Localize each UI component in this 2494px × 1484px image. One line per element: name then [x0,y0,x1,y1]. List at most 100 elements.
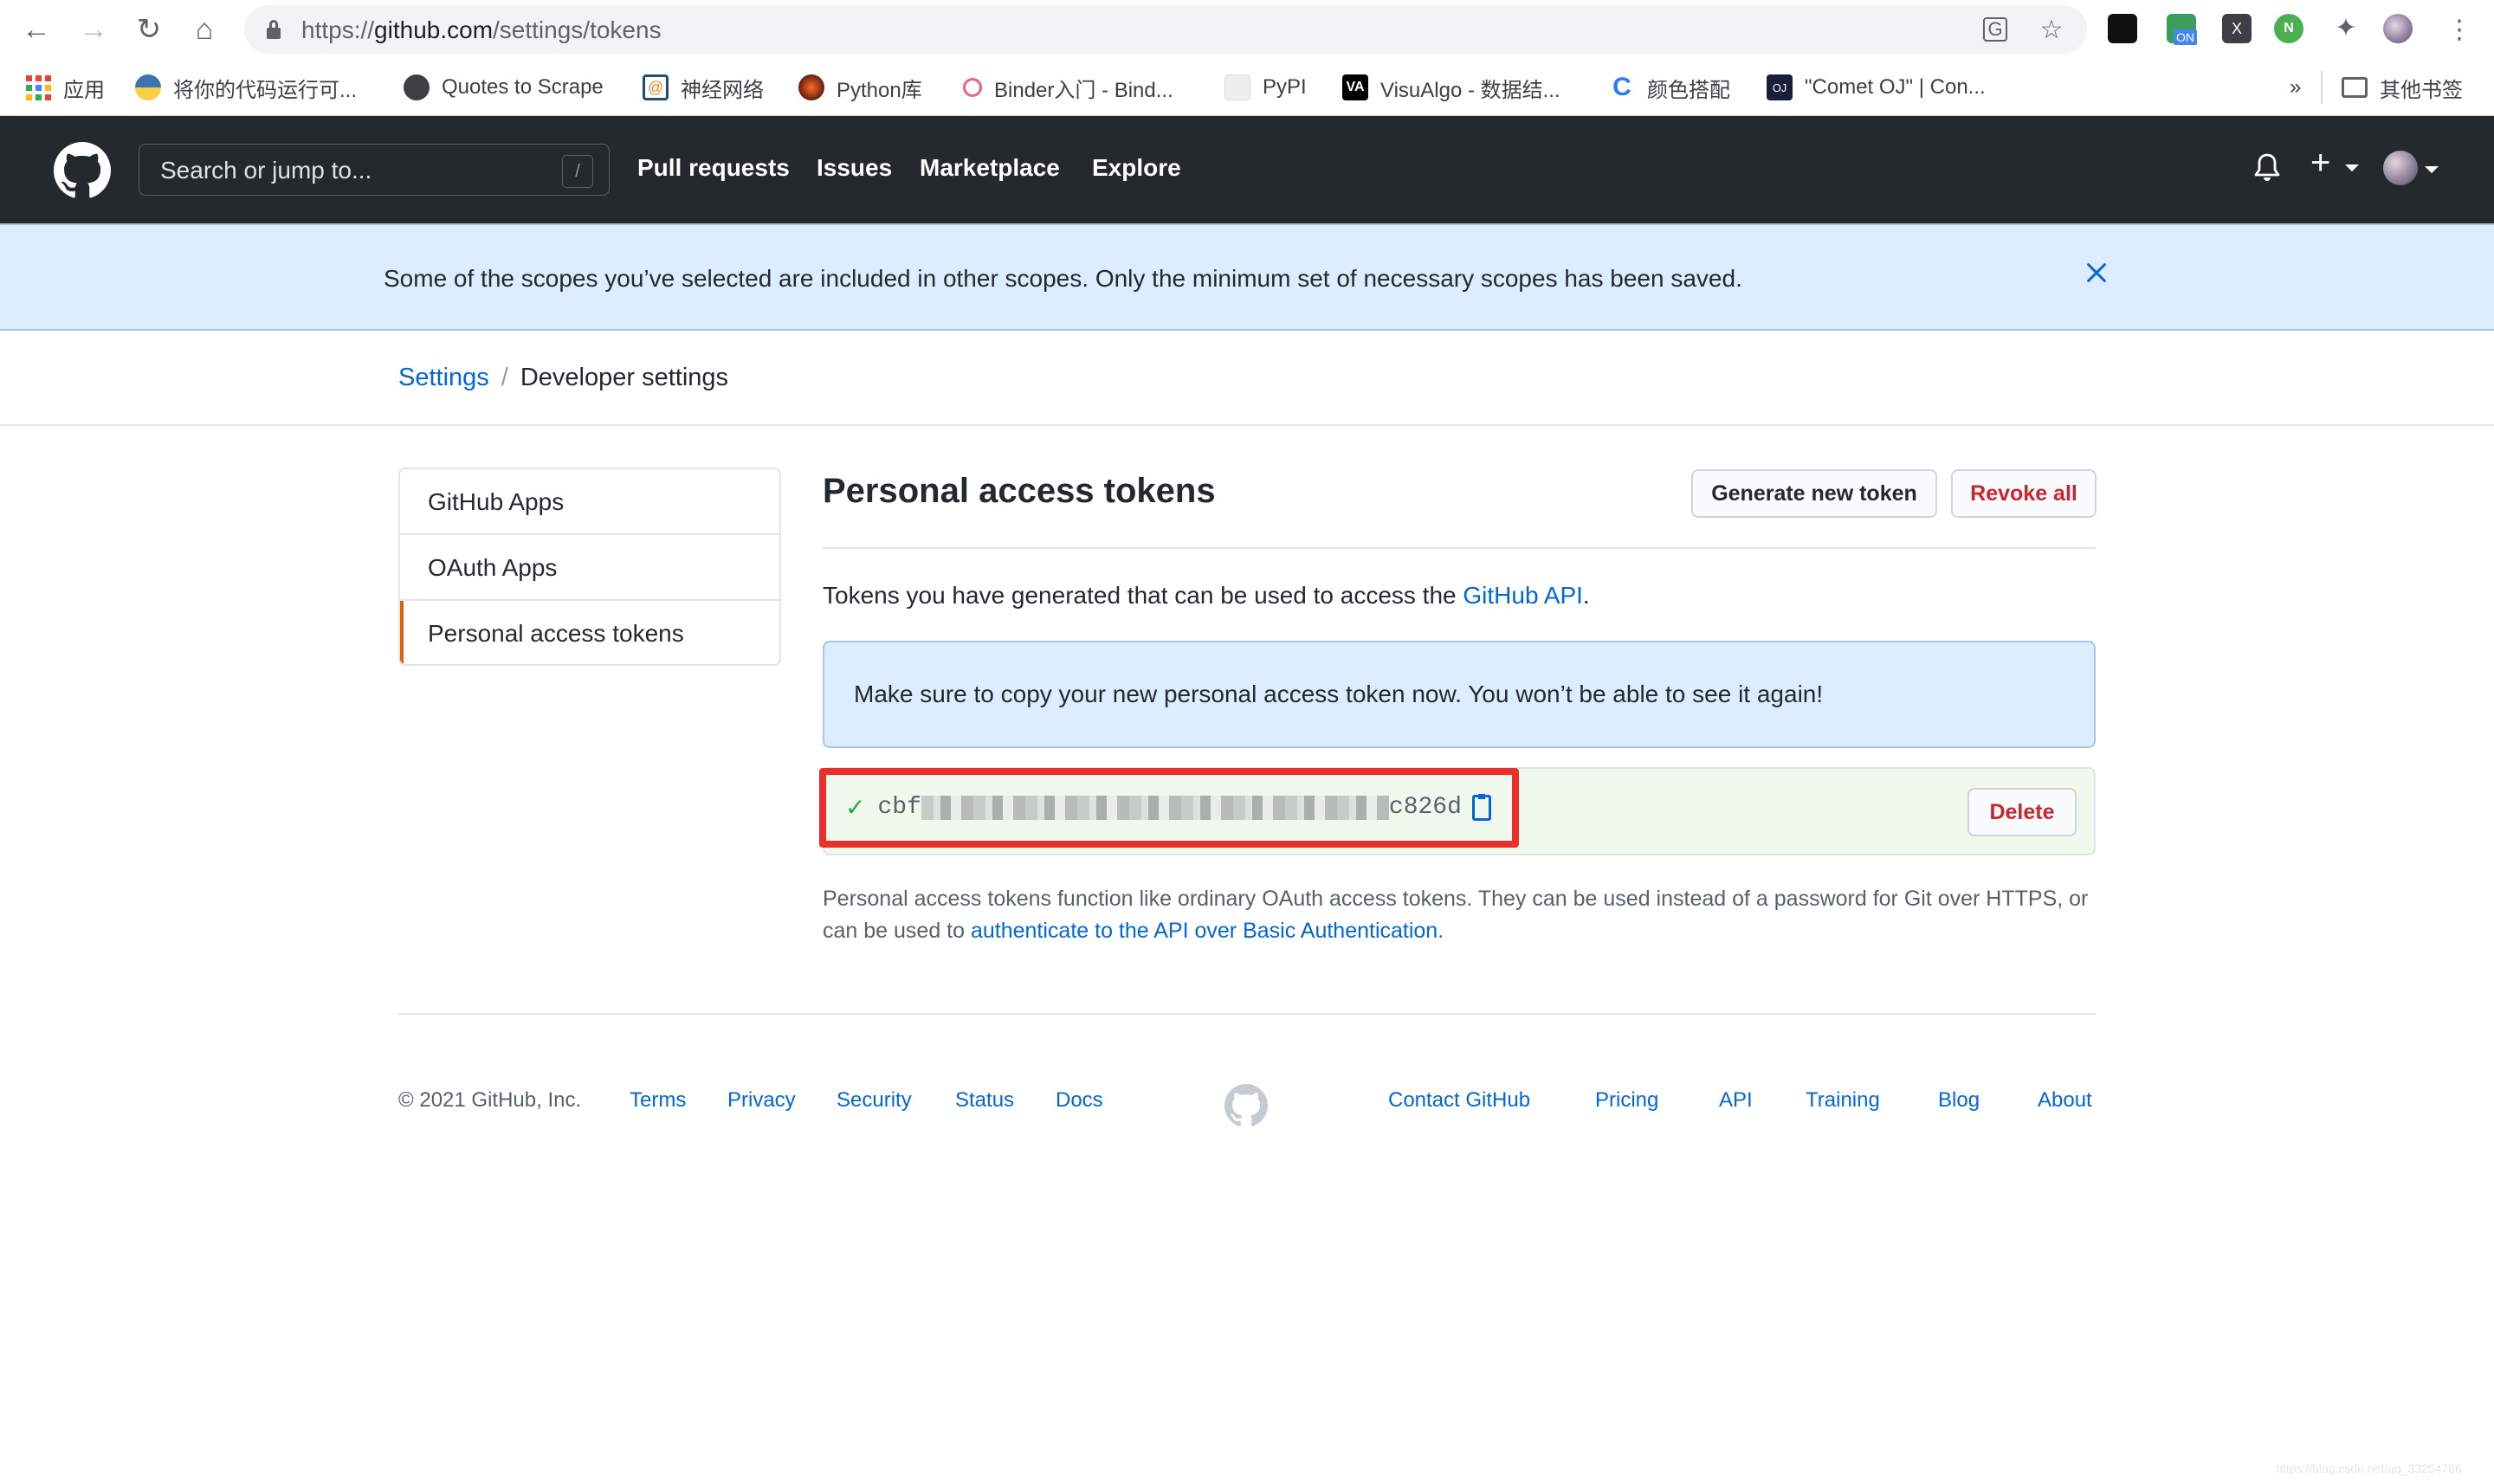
sidebar-item-personal-access-tokens[interactable]: Personal access tokens [400,601,779,664]
footer-link-status[interactable]: Status [955,1088,1014,1113]
close-icon[interactable] [2084,260,2110,286]
forward-button[interactable]: → [76,12,111,47]
bookmark-item[interactable]: VA VisuAlgo - 数据结... [1342,73,1560,102]
profile-avatar[interactable] [2383,14,2413,43]
delete-token-button[interactable]: Delete [1967,788,2077,836]
url-host: github.com [374,16,494,43]
caret-down-icon [2425,166,2439,173]
extension-badge: ON [2174,29,2197,45]
caret-down-icon [2345,165,2359,171]
bookmark-item[interactable]: OJ "Comet OJ" | Con... [1767,73,1986,102]
revoke-all-button[interactable]: Revoke all [1951,469,2097,518]
notifications-bell-icon[interactable] [2253,152,2281,184]
flash-message: Some of the scopes you’ve selected are i… [384,265,1742,292]
extension-x-icon[interactable]: X [2222,14,2252,43]
footer-link-about[interactable]: About [2038,1088,2092,1113]
breadcrumb-separator: / [501,364,508,391]
description-text: Tokens you have generated that can be us… [823,582,1463,609]
tokens-description: Tokens you have generated that can be us… [823,582,1590,610]
other-bookmarks-label: 其他书签 [2380,78,2463,102]
sidebar-item-github-apps[interactable]: GitHub Apps [400,469,779,535]
extension-n-icon[interactable]: N [2274,14,2303,43]
tokens-note: Personal access tokens function like ord… [823,883,2104,947]
url-path: /settings/tokens [493,16,662,43]
lock-icon [267,20,281,39]
address-bar[interactable]: https://github.com/settings/tokens G ☆ [244,5,2087,54]
footer-link-contact[interactable]: Contact GitHub [1388,1088,1530,1113]
bookmark-label: 将你的代码运行可... [173,78,358,102]
extension-info-icon[interactable]: ON [2167,14,2197,45]
user-menu-dropdown[interactable] [2383,151,2444,187]
sidebar-item-oauth-apps[interactable]: OAuth Apps [400,535,779,601]
bookmark-item[interactable]: Binder入门 - Bind... [963,73,1173,102]
other-bookmarks[interactable]: 其他书签 [2342,73,2463,102]
bookmarks-overflow-button[interactable]: » [2290,73,2301,102]
search-input[interactable]: Search or jump to... / [139,144,610,196]
footer-copyright: © 2021 GitHub, Inc. [398,1088,582,1112]
settings-sidebar: GitHub Apps OAuth Apps Personal access t… [398,468,781,666]
spiral-icon: @ [643,74,669,100]
footer-divider [398,1013,2096,1015]
bookmark-star-icon[interactable]: ☆ [2038,17,2064,43]
footer-link-pricing[interactable]: Pricing [1595,1088,1658,1113]
footer-link-api[interactable]: API [1719,1088,1753,1113]
nav-marketplace[interactable]: Marketplace [920,154,1060,182]
bookmark-item[interactable]: Quotes to Scrape [404,73,604,102]
bookmark-apps[interactable]: 应用 [26,73,105,102]
reload-button[interactable]: ↻ [132,12,166,47]
annotation-highlight-box [819,768,1519,848]
github-logo-icon[interactable] [54,142,111,199]
bookmarks-divider [2321,71,2323,104]
nav-explore[interactable]: Explore [1092,154,1181,182]
bookmark-label: 颜色搭配 [1647,78,1730,102]
github-footer-logo-icon[interactable] [1224,1084,1268,1127]
back-button[interactable]: ← [19,12,54,47]
bookmark-label: "Comet OJ" | Con... [1805,75,1986,99]
search-shortcut-hint: / [562,155,593,188]
generate-new-token-button[interactable]: Generate new token [1691,469,1937,518]
home-button[interactable]: ⌂ [187,12,222,47]
footer-link-training[interactable]: Training [1806,1088,1880,1113]
github-header: Search or jump to... / Pull requests Iss… [0,116,2494,223]
browser-toolbar: ← → ↻ ⌂ https://github.com/settings/toke… [0,0,2494,59]
footer-link-blog[interactable]: Blog [1938,1088,1980,1113]
visualgo-icon: VA [1342,74,1368,100]
nav-pull-requests[interactable]: Pull requests [637,154,790,182]
page-title: Personal access tokens [823,472,1216,510]
bookmark-item[interactable]: @ 神经网络 [643,73,764,102]
notice-text: Make sure to copy your new personal acce… [854,681,1824,707]
footer-link-privacy[interactable]: Privacy [727,1088,796,1113]
bookmark-item[interactable]: Python库 [798,73,922,102]
bookmarks-bar: 应用 将你的代码运行可... Quotes to Scrape @ 神经网络 P… [0,59,2494,116]
translate-icon[interactable]: G [1983,17,2007,42]
globe-icon [404,74,430,100]
create-new-dropdown[interactable]: + [2310,144,2371,184]
copy-token-notice: Make sure to copy your new personal acce… [823,641,2096,748]
plus-icon: + [2310,144,2331,182]
python-lib-icon [798,74,824,100]
bookmark-label: Python库 [837,78,922,102]
bookmark-label: 应用 [63,78,105,102]
extensions-puzzle-icon[interactable]: ✦ [2331,14,2361,43]
footer-link-docs[interactable]: Docs [1056,1088,1103,1113]
pypi-icon [1224,74,1250,100]
nav-issues[interactable]: Issues [817,154,892,182]
binder-icon [963,78,982,97]
url-text[interactable]: https://github.com/settings/tokens [301,16,662,44]
github-api-link[interactable]: GitHub API [1463,582,1583,609]
breadcrumb-settings-link[interactable]: Settings [398,364,489,391]
bookmark-item[interactable]: 将你的代码运行可... [135,73,357,102]
bookmark-item[interactable]: C 颜色搭配 [1609,73,1730,102]
basic-auth-link[interactable]: authenticate to the API over Basic Authe… [971,919,1438,943]
note-suffix: . [1438,919,1444,943]
apps-grid-icon [26,74,51,100]
bookmark-item[interactable]: PyPI [1224,73,1307,102]
footer-link-security[interactable]: Security [837,1088,912,1113]
footer-link-terms[interactable]: Terms [630,1088,686,1113]
watermark: https://blog.csdn.net/qq_33254766 [2276,1461,2462,1475]
user-avatar [2383,151,2418,185]
extension-eyes-icon[interactable] [2108,14,2137,43]
chrome-menu-icon[interactable]: ⋮ [2442,12,2477,47]
bookmark-label: 神经网络 [681,78,764,102]
folder-icon [2342,77,2368,98]
